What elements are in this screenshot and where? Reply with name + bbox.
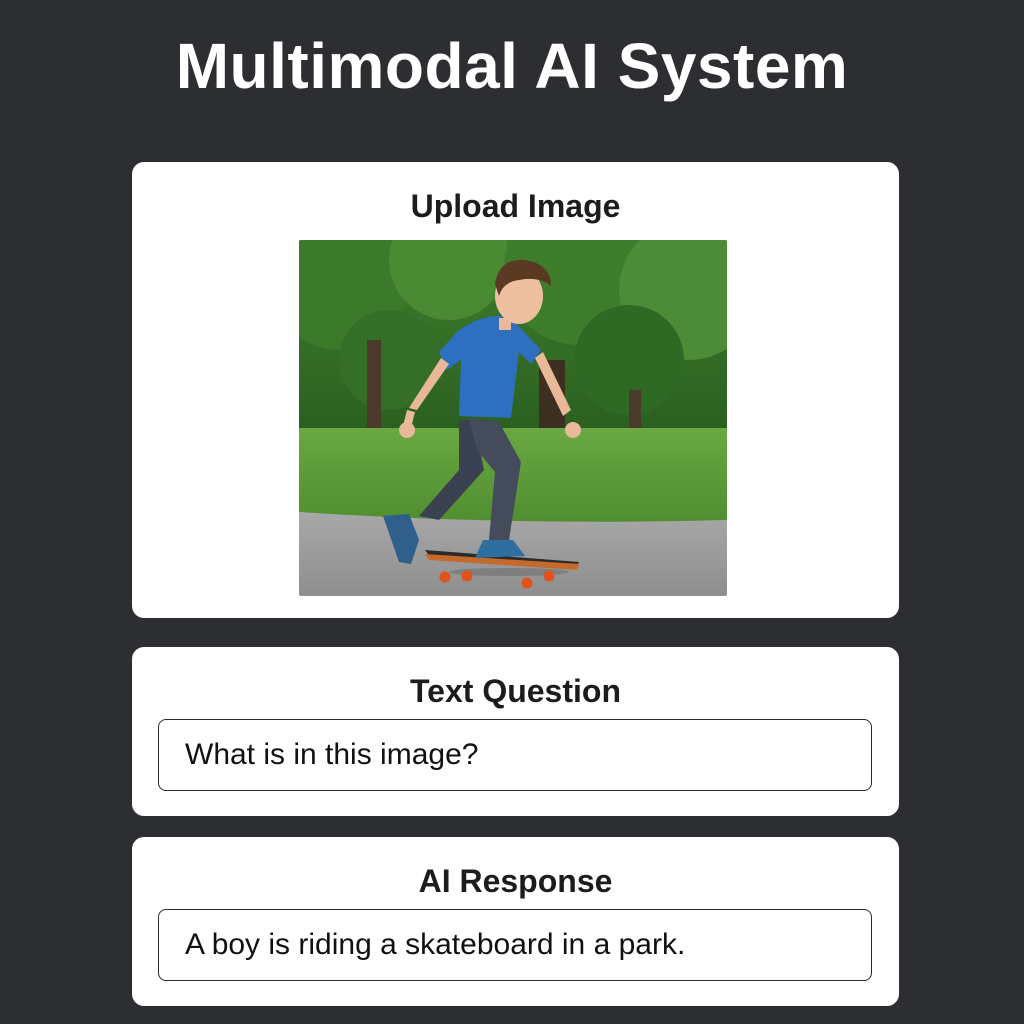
ai-response-heading: AI Response [418, 863, 613, 899]
upload-image-heading: Upload Image [410, 188, 621, 224]
uploaded-image-illustration [299, 240, 727, 596]
ai-response-card: AI Response A boy is riding a skateboard… [132, 837, 899, 1006]
tree-trunk [367, 340, 381, 440]
skateboard-wheel [461, 570, 473, 582]
response-output-value: A boy is riding a skateboard in a park. [185, 928, 686, 961]
question-input-value: What is in this image? [185, 738, 479, 771]
boy-right-hand [565, 422, 581, 438]
skateboard-wheel [521, 577, 533, 589]
skateboard-wheel [543, 570, 555, 582]
question-input[interactable]: What is in this image? [158, 719, 872, 791]
skateboard-wheel [439, 571, 451, 583]
text-question-heading: Text Question [410, 673, 621, 709]
upload-image-card: Upload Image [132, 162, 899, 618]
text-question-card: Text Question What is in this image? [132, 647, 899, 816]
app-window: Multimodal AI System Upload Image Text Q… [0, 0, 1024, 1024]
response-output: A boy is riding a skateboard in a park. [158, 909, 872, 981]
page-title: Multimodal AI System [175, 30, 849, 102]
uploaded-image[interactable] [299, 240, 727, 596]
